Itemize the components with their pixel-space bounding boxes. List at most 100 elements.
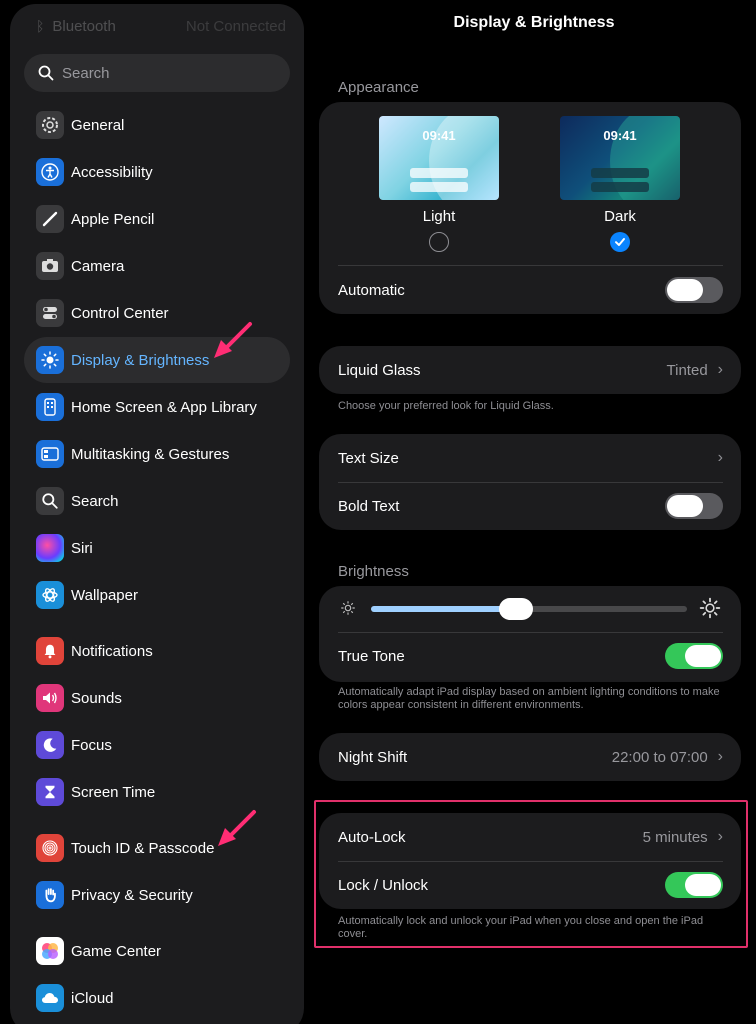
dark-label: Dark bbox=[604, 208, 636, 225]
sidebar-item-label: General bbox=[71, 116, 125, 134]
sidebar-item-camera[interactable]: Camera bbox=[24, 243, 290, 289]
brightness-group: True Tone bbox=[319, 586, 741, 682]
automatic-toggle[interactable] bbox=[665, 277, 723, 303]
sidebar-item-game-center[interactable]: Game Center bbox=[24, 928, 290, 974]
multitasking-icon bbox=[36, 440, 64, 468]
true-tone-toggle[interactable] bbox=[665, 643, 723, 669]
liquid-glass-value: Tinted bbox=[666, 361, 708, 379]
home-screen-icon bbox=[36, 393, 64, 421]
automatic-row: Automatic bbox=[319, 266, 741, 314]
night-shift-row[interactable]: Night Shift 22:00 to 07:00 › bbox=[319, 733, 741, 781]
sidebar-item-accessibility[interactable]: Accessibility bbox=[24, 149, 290, 195]
chevron-right-icon: › bbox=[717, 361, 723, 378]
bold-text-label: Bold Text bbox=[338, 497, 400, 515]
bold-text-toggle[interactable] bbox=[665, 493, 723, 519]
page-title: Display & Brightness bbox=[453, 14, 615, 31]
sidebar-item-label: Apple Pencil bbox=[71, 210, 155, 228]
text-group: Text Size › Bold Text bbox=[319, 434, 741, 530]
sidebar-item-label: Control Center bbox=[71, 304, 169, 322]
sidebar-item-notifications[interactable]: Notifications bbox=[24, 628, 290, 674]
true-tone-footnote: Automatically adapt iPad display based o… bbox=[338, 686, 720, 711]
sidebar-item-label: Wallpaper bbox=[71, 586, 138, 604]
search-icon bbox=[38, 65, 54, 81]
search-field[interactable]: Search bbox=[24, 54, 290, 92]
liquid-glass-footnote: Choose your preferred look for Liquid Gl… bbox=[338, 400, 554, 412]
brightness-slider[interactable] bbox=[371, 598, 687, 620]
sidebar-item-home-screen[interactable]: Home Screen & App Library bbox=[24, 384, 290, 430]
brightness-slider-thumb[interactable] bbox=[499, 598, 534, 620]
appearance-header: Appearance bbox=[338, 79, 419, 96]
sidebar-item-icloud[interactable]: iCloud bbox=[24, 975, 290, 1021]
sidebar-item-label: Sounds bbox=[71, 689, 122, 707]
sidebar-item-label: Accessibility bbox=[71, 163, 153, 181]
sidebar-item-general[interactable]: General bbox=[24, 102, 290, 148]
cloud-icon bbox=[36, 984, 64, 1012]
fingerprint-icon bbox=[36, 834, 64, 862]
night-shift-group: Night Shift 22:00 to 07:00 › bbox=[319, 733, 741, 781]
true-tone-row: True Tone bbox=[319, 632, 741, 680]
dark-radio[interactable] bbox=[610, 232, 630, 252]
sun-small-icon bbox=[341, 601, 355, 615]
hourglass-icon bbox=[36, 778, 64, 806]
sidebar: ᛒ Bluetooth Not Connected Search General… bbox=[10, 4, 304, 1024]
hand-icon bbox=[36, 881, 64, 909]
annotation-arrow-icon bbox=[214, 322, 252, 358]
dark-preview[interactable]: 09:41 bbox=[560, 116, 680, 200]
annotation-arrow-icon bbox=[218, 810, 256, 846]
annotation-highlight-box bbox=[314, 800, 748, 948]
preview-time: 09:41 bbox=[422, 128, 456, 143]
sidebar-item-label: Display & Brightness bbox=[71, 351, 210, 369]
light-label: Light bbox=[422, 208, 456, 225]
sidebar-item-label: Focus bbox=[71, 736, 112, 754]
sun-icon bbox=[36, 346, 64, 374]
brightness-header: Brightness bbox=[338, 563, 409, 580]
pencil-icon bbox=[36, 205, 64, 233]
sidebar-item-siri[interactable]: Siri bbox=[24, 525, 290, 571]
sidebar-item-focus[interactable]: Focus bbox=[24, 722, 290, 768]
chevron-right-icon: › bbox=[717, 748, 723, 765]
sidebar-item-label: Touch ID & Passcode bbox=[71, 839, 215, 857]
sidebar-item-label: Bluetooth bbox=[52, 17, 116, 35]
sidebar-item-label: Game Center bbox=[71, 942, 162, 960]
sidebar-item-label: Screen Time bbox=[71, 783, 156, 801]
moon-icon bbox=[36, 731, 64, 759]
game-center-icon bbox=[36, 937, 64, 965]
sidebar-item-label: Camera bbox=[71, 257, 125, 275]
toggles-icon bbox=[36, 299, 64, 327]
sidebar-item-wallpaper[interactable]: Wallpaper bbox=[24, 572, 290, 618]
night-shift-label: Night Shift bbox=[338, 748, 408, 766]
sidebar-item-label: Privacy & Security bbox=[71, 886, 193, 904]
search-placeholder: Search bbox=[62, 64, 110, 82]
liquid-glass-label: Liquid Glass bbox=[338, 361, 421, 379]
siri-icon bbox=[36, 534, 64, 562]
sidebar-item-label: Home Screen & App Library bbox=[71, 398, 257, 416]
brightness-slider-fill bbox=[371, 606, 517, 612]
sidebar-item-multitasking[interactable]: Multitasking & Gestures bbox=[24, 431, 290, 477]
accessibility-icon bbox=[36, 158, 64, 186]
sidebar-item-apple-pencil[interactable]: Apple Pencil bbox=[24, 196, 290, 242]
automatic-label: Automatic bbox=[338, 281, 405, 299]
sidebar-item-privacy[interactable]: Privacy & Security bbox=[24, 872, 290, 918]
liquid-glass-row[interactable]: Liquid Glass Tinted › bbox=[319, 346, 741, 394]
sidebar-item-sounds[interactable]: Sounds bbox=[24, 675, 290, 721]
wallpaper-icon bbox=[36, 581, 64, 609]
sidebar-item-label: Siri bbox=[71, 539, 93, 557]
sidebar-item-label: iCloud bbox=[71, 989, 114, 1007]
bell-icon bbox=[36, 637, 64, 665]
sidebar-item-bluetooth[interactable]: ᛒ Bluetooth Not Connected bbox=[36, 14, 286, 38]
light-radio[interactable] bbox=[429, 232, 449, 252]
bluetooth-status: Not Connected bbox=[185, 17, 286, 35]
sidebar-item-label: Search bbox=[71, 492, 119, 510]
gear-icon bbox=[36, 111, 64, 139]
checkmark-icon bbox=[615, 238, 625, 246]
bluetooth-icon: ᛒ bbox=[36, 18, 45, 34]
night-shift-value: 22:00 to 07:00 bbox=[611, 748, 708, 766]
appearance-group: 09:41 Light 09:41 Dark Automatic bbox=[319, 102, 741, 314]
light-preview[interactable]: 09:41 bbox=[379, 116, 499, 200]
sidebar-item-search[interactable]: Search bbox=[24, 478, 290, 524]
sidebar-item-label: Notifications bbox=[71, 642, 153, 660]
speaker-icon bbox=[36, 684, 64, 712]
text-size-row[interactable]: Text Size › bbox=[319, 434, 741, 482]
true-tone-label: True Tone bbox=[338, 647, 405, 665]
magnifier-icon bbox=[36, 487, 64, 515]
